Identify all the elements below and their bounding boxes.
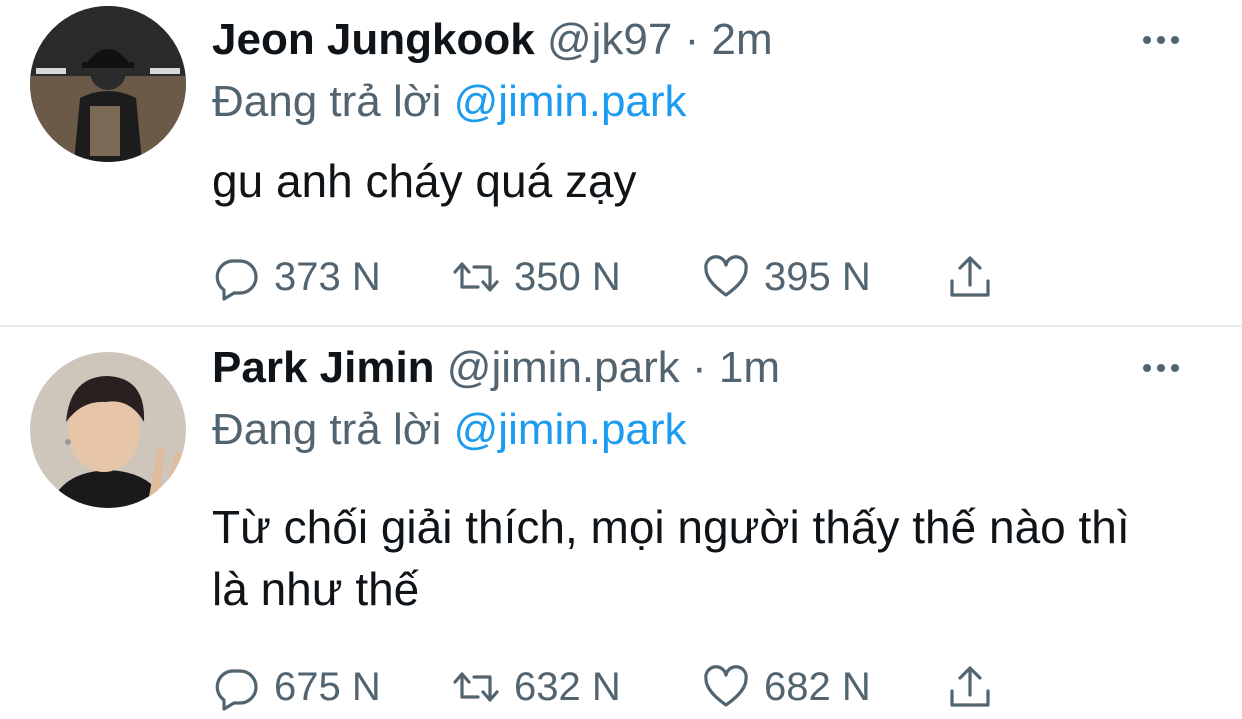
reply-count: 373 N <box>274 254 381 299</box>
avatar[interactable] <box>30 352 186 508</box>
tweet-text: Từ chối giải thích, mọi người thấy thế n… <box>212 501 1130 615</box>
author-handle[interactable]: @jk97 <box>547 15 672 64</box>
like-button[interactable]: 395 N <box>702 252 871 302</box>
tweet[interactable]: Jeon Jungkook @jk97 · 2m Đang trả lời @j… <box>0 0 1242 326</box>
tweet-text: gu anh cháy quá zạy <box>212 155 637 207</box>
reply-button[interactable]: 675 N <box>212 662 381 712</box>
tweet-actions: 675 N 632 N 682 N <box>212 662 1012 712</box>
author-handle[interactable]: @jimin.park <box>447 343 680 392</box>
share-upload-icon <box>950 666 990 707</box>
mention-link[interactable]: @jimin.park <box>454 77 687 126</box>
avatar-image <box>30 352 186 508</box>
retweet-button[interactable]: 350 N <box>452 252 621 302</box>
tweet-header: Park Jimin @jimin.park · 1m <box>212 342 780 394</box>
replying-to: Đang trả lời @jimin.park <box>212 404 687 456</box>
share-button[interactable] <box>946 252 994 302</box>
retweet-button[interactable]: 632 N <box>452 662 621 712</box>
avatar[interactable] <box>30 6 186 162</box>
more-horizontal-icon <box>1143 364 1179 372</box>
timestamp[interactable]: 2m <box>711 15 772 64</box>
tweet-divider <box>0 325 1242 327</box>
share-upload-icon <box>950 256 990 297</box>
like-count: 682 N <box>764 664 871 709</box>
mention-link[interactable]: @jimin.park <box>454 405 687 454</box>
heart-icon <box>704 665 748 707</box>
retweet-icon <box>453 262 499 292</box>
separator-dot: · <box>691 343 707 392</box>
timestamp[interactable]: 1m <box>719 343 780 392</box>
share-button[interactable] <box>946 662 994 712</box>
more-horizontal-icon <box>1143 36 1179 44</box>
more-options-button[interactable] <box>1138 20 1184 60</box>
tweet-header: Jeon Jungkook @jk97 · 2m <box>212 14 773 66</box>
more-options-button[interactable] <box>1138 348 1184 388</box>
retweet-icon <box>453 672 499 702</box>
tweet[interactable]: Park Jimin @jimin.park · 1m Đang trả lời… <box>0 328 1242 719</box>
author-name[interactable]: Jeon Jungkook <box>212 15 535 64</box>
retweet-count: 350 N <box>514 254 621 299</box>
retweet-count: 632 N <box>514 664 621 709</box>
reply-bubble-icon <box>215 669 258 711</box>
reply-count: 675 N <box>274 664 381 709</box>
tweet-actions: 373 N 350 N 395 N <box>212 252 1012 302</box>
heart-icon <box>704 255 748 297</box>
reply-bubble-icon <box>215 259 258 301</box>
reply-button[interactable]: 373 N <box>212 252 381 302</box>
like-count: 395 N <box>764 254 871 299</box>
like-button[interactable]: 682 N <box>702 662 871 712</box>
replying-prefix: Đang trả lời <box>212 77 442 126</box>
avatar-image <box>30 6 186 162</box>
separator-dot: · <box>684 15 700 64</box>
replying-to: Đang trả lời @jimin.park <box>212 76 687 128</box>
author-name[interactable]: Park Jimin <box>212 343 435 392</box>
replying-prefix: Đang trả lời <box>212 405 442 454</box>
